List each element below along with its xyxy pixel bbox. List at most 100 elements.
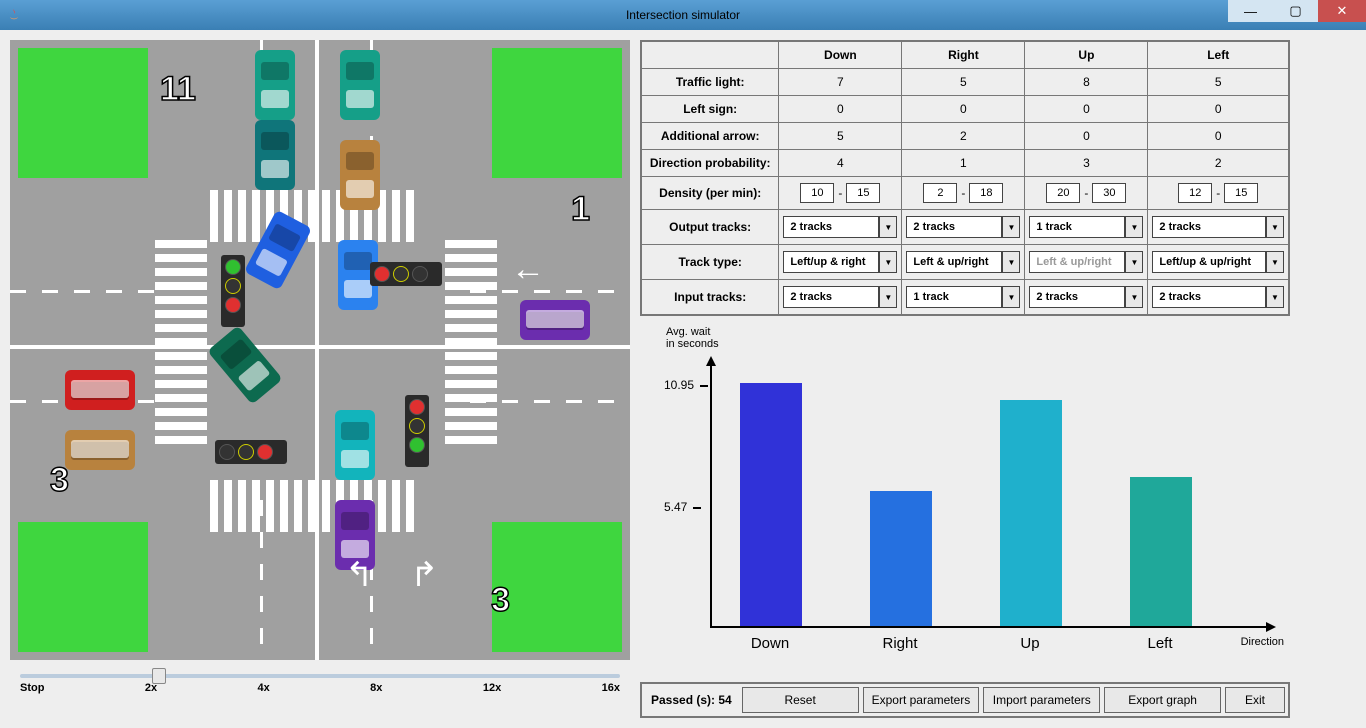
cell: 8: [1025, 69, 1148, 96]
exit-button[interactable]: Exit: [1225, 687, 1285, 713]
direction-arrow-icon: ↱: [410, 555, 439, 595]
output-tracks-combo[interactable]: 1 track▼: [1029, 216, 1143, 238]
cell: 0: [1148, 96, 1289, 123]
lane-number: 1: [571, 190, 590, 229]
cell: 1: [902, 150, 1025, 177]
density-max-input[interactable]: [1092, 183, 1126, 203]
density-max-input[interactable]: [846, 183, 880, 203]
chevron-down-icon[interactable]: ▼: [879, 251, 897, 273]
chart-xtick: Down: [720, 635, 820, 652]
chevron-down-icon[interactable]: ▼: [1125, 216, 1143, 238]
chart-xlabel: Direction: [1241, 636, 1284, 648]
row-label: Output tracks:: [641, 210, 779, 245]
lane-number: 3: [50, 461, 69, 500]
density-max-input[interactable]: [1224, 183, 1258, 203]
chart-bar: [870, 491, 932, 626]
slider-tick: 8x: [370, 682, 382, 694]
cell: 2: [1148, 150, 1289, 177]
passed-seconds-label: Passed (s): 54: [645, 693, 738, 707]
chart-bar: [1000, 400, 1062, 626]
input-tracks-combo[interactable]: 1 track▼: [906, 286, 1020, 308]
close-button[interactable]: ✕: [1318, 0, 1366, 22]
car: [65, 370, 135, 410]
export-parameters-button[interactable]: Export parameters: [863, 687, 980, 713]
input-tracks-combo[interactable]: 2 tracks▼: [783, 286, 897, 308]
export-graph-button[interactable]: Export graph: [1104, 687, 1221, 713]
slider-tick: 4x: [258, 682, 270, 694]
output-tracks-combo[interactable]: 2 tracks▼: [1152, 216, 1284, 238]
cell: 0: [1025, 96, 1148, 123]
chart-xtick: Up: [980, 635, 1080, 652]
output-tracks-combo[interactable]: 2 tracks▼: [906, 216, 1020, 238]
parameters-table: DownRightUpLeft Traffic light:7585 Left …: [640, 40, 1290, 316]
chevron-down-icon[interactable]: ▼: [1266, 216, 1284, 238]
row-label: Left sign:: [641, 96, 779, 123]
car: [340, 140, 380, 210]
wait-time-chart: Avg. wait in seconds Direction 5.4710.95…: [640, 322, 1290, 678]
car: [335, 410, 375, 480]
chart-ylabel: Avg. wait in seconds: [666, 326, 719, 350]
density-min-input[interactable]: [1178, 183, 1212, 203]
chevron-down-icon[interactable]: ▼: [1002, 251, 1020, 273]
car: [340, 50, 380, 120]
traffic-light: [370, 262, 442, 286]
chevron-down-icon[interactable]: ▼: [879, 286, 897, 308]
traffic-light: [221, 255, 245, 327]
density-min-input[interactable]: [1046, 183, 1080, 203]
chevron-down-icon[interactable]: ▼: [1266, 286, 1284, 308]
cell: 0: [1025, 123, 1148, 150]
track-type-combo[interactable]: Left/up & up/right▼: [1152, 251, 1284, 273]
density-min-input[interactable]: [800, 183, 834, 203]
row-label: Input tracks:: [641, 280, 779, 316]
col-header: Up: [1025, 41, 1148, 69]
cell: 0: [779, 96, 902, 123]
lane-number: 11: [160, 70, 196, 109]
car: [65, 430, 135, 470]
java-icon: [6, 7, 22, 23]
cell: 5: [779, 123, 902, 150]
app-window: Intersection simulator — ▢ ✕: [0, 0, 1366, 728]
chevron-down-icon[interactable]: ▼: [879, 216, 897, 238]
chevron-down-icon[interactable]: ▼: [1002, 216, 1020, 238]
cell: 3: [1025, 150, 1148, 177]
chart-bar: [740, 383, 802, 626]
slider-tick: 16x: [602, 682, 620, 694]
chevron-down-icon[interactable]: ▼: [1266, 251, 1284, 273]
density-min-input[interactable]: [923, 183, 957, 203]
maximize-button[interactable]: ▢: [1273, 0, 1318, 22]
lane-number: 3: [491, 581, 510, 620]
row-label: Density (per min):: [641, 177, 779, 210]
slider-tick: 12x: [483, 682, 501, 694]
cell: 0: [1148, 123, 1289, 150]
slider-tick: Stop: [20, 682, 44, 694]
speed-slider[interactable]: Stop 2x 4x 8x 12x 16x: [20, 674, 620, 694]
window-title: Intersection simulator: [626, 8, 740, 22]
chevron-down-icon[interactable]: ▼: [1125, 286, 1143, 308]
reset-button[interactable]: Reset: [742, 687, 859, 713]
input-tracks-combo[interactable]: 2 tracks▼: [1029, 286, 1143, 308]
chevron-down-icon: ▼: [1125, 251, 1143, 273]
minimize-button[interactable]: —: [1228, 0, 1273, 22]
titlebar: Intersection simulator — ▢ ✕: [0, 0, 1366, 30]
cell: 5: [1148, 69, 1289, 96]
track-type-combo[interactable]: Left/up & right▼: [783, 251, 897, 273]
import-parameters-button[interactable]: Import parameters: [983, 687, 1100, 713]
cell: 7: [779, 69, 902, 96]
simulator-panel: ← ↰ ↱ 11 1 3 3 Stop 2x 4x 8x 12x 16x: [10, 40, 630, 718]
row-label: Additional arrow:: [641, 123, 779, 150]
traffic-light: [215, 440, 287, 464]
car: [520, 300, 590, 340]
output-tracks-combo[interactable]: 2 tracks▼: [783, 216, 897, 238]
density-max-input[interactable]: [969, 183, 1003, 203]
col-header: Down: [779, 41, 902, 69]
car: [207, 325, 283, 404]
input-tracks-combo[interactable]: 2 tracks▼: [1152, 286, 1284, 308]
cell: 4: [779, 150, 902, 177]
parameters-panel: DownRightUpLeft Traffic light:7585 Left …: [640, 40, 1290, 718]
chevron-down-icon[interactable]: ▼: [1002, 286, 1020, 308]
track-type-combo: Left & up/right▼: [1029, 251, 1143, 273]
slider-thumb[interactable]: [152, 668, 166, 684]
chart-bar: [1130, 477, 1192, 626]
track-type-combo[interactable]: Left & up/right▼: [906, 251, 1020, 273]
cell: 2: [902, 123, 1025, 150]
